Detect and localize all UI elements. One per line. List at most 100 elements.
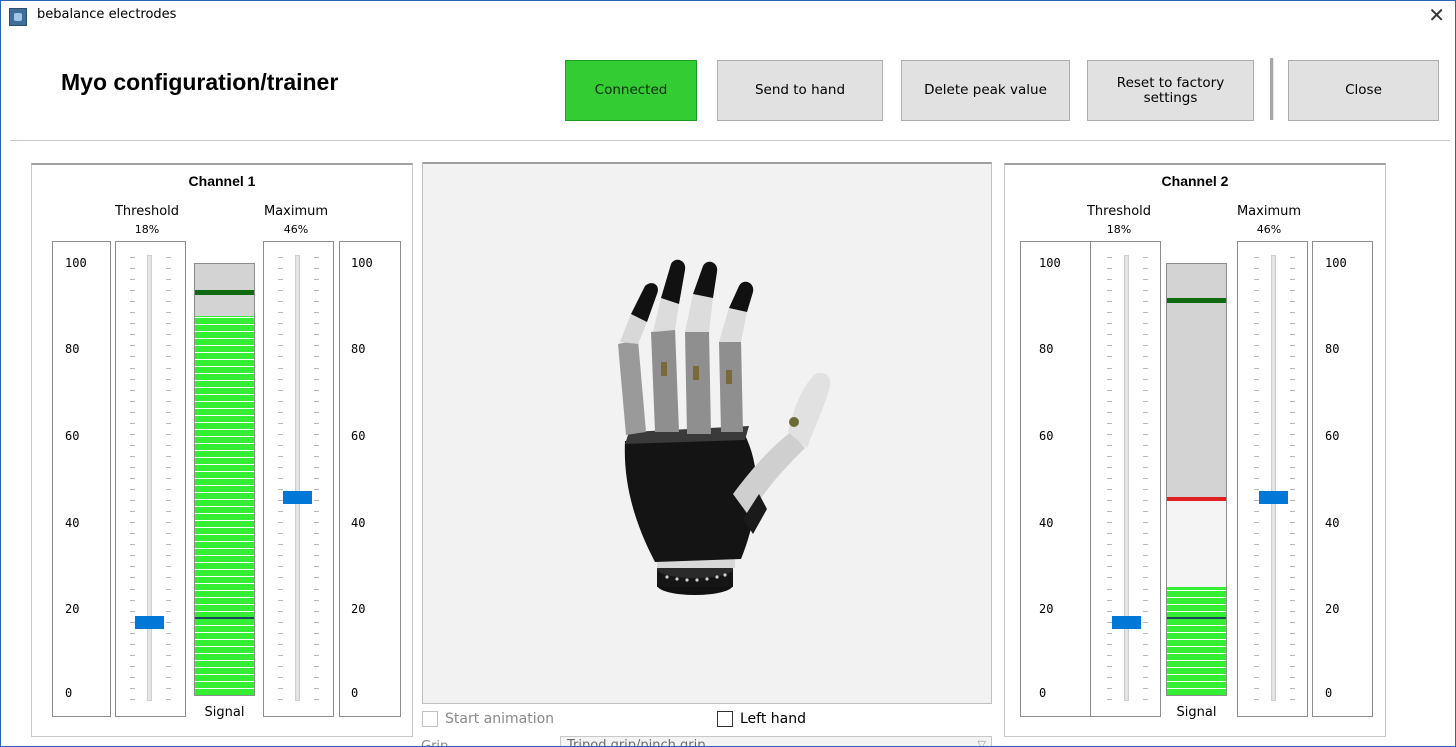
slider-tick xyxy=(1254,533,1259,535)
slider-tick xyxy=(166,489,171,491)
threshold-slider[interactable] xyxy=(115,241,186,717)
slider-tick xyxy=(278,257,283,258)
scale-label: 40 xyxy=(351,516,366,530)
scale-label: 100 xyxy=(1325,256,1347,270)
slider-tick xyxy=(130,522,135,524)
threshold-slider[interactable] xyxy=(1090,241,1161,717)
scale-label: 100 xyxy=(1039,256,1061,270)
slider-tick xyxy=(314,279,319,281)
send-to-hand-button[interactable]: Send to hand xyxy=(717,60,883,121)
slider-tick xyxy=(1143,334,1148,336)
slider-tick xyxy=(1107,422,1112,424)
signal-level-bar xyxy=(1167,587,1226,695)
grip-select[interactable]: Tripod grip/pinch grip ▽ xyxy=(560,736,992,746)
slider-tick xyxy=(1290,544,1295,546)
maximum-slider-thumb[interactable] xyxy=(283,491,312,505)
maximum-slider[interactable] xyxy=(263,241,334,717)
slider-tick xyxy=(1290,643,1295,645)
slider-tick xyxy=(130,544,135,546)
maximum-label: Maximum xyxy=(263,204,329,219)
close-button[interactable]: Close xyxy=(1288,60,1439,121)
slider-tick xyxy=(314,378,319,380)
slider-tick xyxy=(130,676,135,678)
slider-tick xyxy=(1143,687,1148,689)
threshold-marker xyxy=(1167,617,1226,620)
scale-label: 100 xyxy=(351,256,373,270)
slider-tick xyxy=(1107,687,1112,689)
slider-tick xyxy=(278,290,283,292)
scale-label: 80 xyxy=(1039,342,1054,356)
delete-peak-value-button[interactable]: Delete peak value xyxy=(901,60,1070,121)
slider-tick xyxy=(130,422,135,424)
slider-tick xyxy=(166,687,171,689)
slider-tick xyxy=(1254,555,1259,557)
slider-tick xyxy=(314,422,319,424)
slider-tick xyxy=(1143,378,1148,380)
slider-tick xyxy=(314,699,319,700)
slider-tick xyxy=(1143,290,1148,292)
slider-tick xyxy=(1254,400,1259,402)
slider-tick xyxy=(1143,356,1148,358)
scale-label: 20 xyxy=(65,602,80,616)
slider-tick xyxy=(166,654,171,656)
slider-tick xyxy=(166,290,171,292)
checkbox-box[interactable] xyxy=(717,711,733,727)
slider-tick xyxy=(130,478,135,479)
connected-button[interactable]: Connected xyxy=(565,60,697,121)
slider-tick xyxy=(1254,699,1259,700)
slider-tick xyxy=(1254,268,1259,270)
slider-tick xyxy=(278,279,283,281)
slider-tick xyxy=(130,433,135,435)
peak-marker xyxy=(195,289,254,295)
window-close-icon[interactable]: ✕ xyxy=(1428,3,1445,27)
left-hand-label: Left hand xyxy=(740,711,807,727)
slider-tick xyxy=(1143,312,1148,314)
left-hand-checkbox[interactable]: Left hand xyxy=(717,711,806,727)
slider-tick xyxy=(314,400,319,402)
slider-tick xyxy=(166,699,171,700)
checkbox-box[interactable] xyxy=(422,711,438,727)
slider-tick xyxy=(166,433,171,435)
slider-tick xyxy=(314,489,319,491)
slider-tick xyxy=(166,345,171,347)
slider-tick xyxy=(1290,533,1295,535)
start-animation-checkbox[interactable]: Start animation xyxy=(422,711,554,727)
slider-tick xyxy=(166,599,171,601)
slider-tick xyxy=(278,367,283,369)
signal-level-bar xyxy=(195,315,254,695)
slider-tick xyxy=(1254,588,1259,590)
slider-tick xyxy=(1143,301,1148,303)
scale-left: 100 80 60 40 20 0 xyxy=(52,241,111,717)
slider-tick xyxy=(1254,301,1259,303)
slider-tick xyxy=(166,378,171,380)
threshold-slider-thumb[interactable] xyxy=(135,616,164,630)
slider-tick xyxy=(130,334,135,336)
scale-label: 40 xyxy=(65,516,80,530)
maximum-slider[interactable] xyxy=(1237,241,1308,717)
slider-tick xyxy=(1290,489,1295,491)
threshold-slider-thumb[interactable] xyxy=(1112,616,1141,630)
slider-tick xyxy=(278,588,283,590)
slider-tick xyxy=(1107,268,1112,270)
slider-tick xyxy=(278,533,283,535)
slider-tick xyxy=(314,323,319,325)
maximum-slider-thumb[interactable] xyxy=(1259,491,1288,505)
slider-tick xyxy=(1254,566,1259,568)
slider-tick xyxy=(1143,444,1148,446)
slider-tick xyxy=(166,334,171,336)
slider-tick xyxy=(1290,444,1295,446)
slider-tick xyxy=(314,511,319,513)
slider-tick xyxy=(1290,676,1295,678)
slider-tick xyxy=(1254,599,1259,601)
slider-tick xyxy=(278,356,283,358)
slider-tick xyxy=(166,522,171,524)
slider-tick xyxy=(1107,544,1112,546)
slider-tick xyxy=(1107,433,1112,435)
hand-3d-viewer[interactable] xyxy=(422,162,992,704)
slider-tick xyxy=(166,588,171,590)
slider-tick xyxy=(166,632,171,634)
slider-tick xyxy=(1107,301,1112,303)
slider-tick xyxy=(1254,367,1259,369)
slider-tick xyxy=(130,444,135,446)
reset-factory-button[interactable]: Reset to factory settings xyxy=(1087,60,1254,121)
